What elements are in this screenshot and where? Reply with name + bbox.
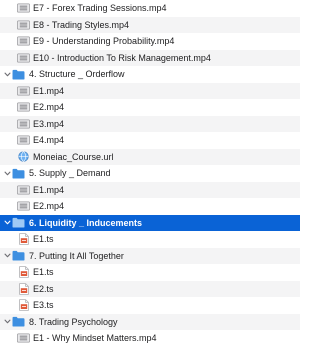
folder-label: 8. Trading Psychology bbox=[29, 316, 118, 327]
file-label: Moneiac_Course.url bbox=[33, 151, 114, 162]
file-row-e1-ts[interactable]: E1.ts bbox=[0, 231, 300, 248]
file-row-e3-mp4[interactable]: E3.mp4 bbox=[0, 115, 300, 132]
video-file-icon bbox=[17, 184, 30, 196]
ts-file-icon bbox=[17, 266, 30, 278]
video-file-icon bbox=[17, 2, 30, 14]
file-row-e1-why-mindset-matters-mp4[interactable]: E1 - Why Mindset Matters.mp4 bbox=[0, 330, 300, 347]
file-row-e2-ts[interactable]: E2.ts bbox=[0, 280, 300, 297]
chevron-down-icon[interactable] bbox=[2, 314, 12, 331]
file-row-e1-ts[interactable]: E1.ts bbox=[0, 264, 300, 281]
video-file-icon bbox=[17, 118, 30, 130]
chevron-down-icon[interactable] bbox=[2, 248, 12, 265]
chevron-down-icon[interactable] bbox=[2, 66, 12, 83]
file-label: E2.ts bbox=[33, 283, 54, 294]
file-label: E1.ts bbox=[33, 234, 54, 244]
folder-icon bbox=[12, 167, 25, 179]
file-label: E1.ts bbox=[33, 267, 54, 277]
folder-label: 5. Supply _ Demand bbox=[29, 168, 111, 178]
folder-row-4-structure-orderflow[interactable]: 4. Structure _ Orderflow bbox=[0, 66, 300, 83]
file-label: E1 - Why Mindset Matters.mp4 bbox=[33, 333, 157, 343]
file-label: E8 - Trading Styles.mp4 bbox=[33, 19, 130, 30]
file-label: E1.mp4 bbox=[33, 85, 65, 96]
folder-row-8-trading-psychology[interactable]: 8. Trading Psychology bbox=[0, 313, 300, 331]
folder-label: 6. Liquidity _ Inducements bbox=[29, 217, 143, 228]
file-row-e4-mp4[interactable]: E4.mp4 bbox=[0, 132, 300, 149]
file-label: E9 - Understanding Probability.mp4 bbox=[33, 36, 175, 46]
file-row-e1-mp4[interactable]: E1.mp4 bbox=[0, 181, 300, 198]
folder-icon bbox=[12, 68, 25, 80]
file-label: E2.mp4 bbox=[33, 201, 65, 211]
file-row-e2-mp4[interactable]: E2.mp4 bbox=[0, 198, 300, 215]
folder-icon bbox=[12, 316, 25, 328]
file-label: E2.mp4 bbox=[33, 102, 65, 112]
chevron-down-icon[interactable] bbox=[2, 165, 12, 182]
ts-file-icon bbox=[17, 299, 30, 311]
file-row-e3-ts[interactable]: E3.ts bbox=[0, 297, 300, 314]
video-file-icon bbox=[17, 134, 30, 146]
ts-file-icon bbox=[17, 233, 30, 245]
folder-label: 4. Structure _ Orderflow bbox=[29, 69, 125, 79]
file-row-e2-mp4[interactable]: E2.mp4 bbox=[0, 99, 300, 116]
folder-row-7-putting-it-all-together[interactable]: 7. Putting It All Together bbox=[0, 247, 300, 265]
video-file-icon bbox=[17, 52, 30, 64]
folder-icon bbox=[12, 250, 25, 262]
file-row-e10-introduction-to-risk-management-mp4[interactable]: E10 - Introduction To Risk Management.mp… bbox=[0, 49, 300, 66]
file-label: E1.mp4 bbox=[33, 184, 65, 195]
folder-row-5-supply-demand[interactable]: 5. Supply _ Demand bbox=[0, 165, 300, 182]
chevron-down-icon[interactable] bbox=[2, 215, 12, 232]
url-file-icon bbox=[17, 151, 30, 163]
file-tree: E7 - Forex Trading Sessions.mp4 E8 - Trad… bbox=[0, 0, 300, 343]
video-file-icon bbox=[17, 19, 30, 31]
video-file-icon bbox=[17, 200, 30, 212]
file-label: E7 - Forex Trading Sessions.mp4 bbox=[33, 3, 167, 13]
folder-icon bbox=[12, 217, 25, 229]
folder-label: 7. Putting It All Together bbox=[29, 250, 124, 261]
file-label: E4.mp4 bbox=[33, 135, 65, 145]
file-row-e1-mp4[interactable]: E1.mp4 bbox=[0, 82, 300, 99]
file-row-e8-trading-styles-mp4[interactable]: E8 - Trading Styles.mp4 bbox=[0, 16, 300, 33]
file-row-e7-forex-trading-sessions-mp4[interactable]: E7 - Forex Trading Sessions.mp4 bbox=[0, 0, 300, 17]
file-row-moneiac-course-url[interactable]: Moneiac_Course.url bbox=[0, 148, 300, 165]
file-label: E3.ts bbox=[33, 300, 54, 310]
video-file-icon bbox=[17, 101, 30, 113]
video-file-icon bbox=[17, 35, 30, 47]
ts-file-icon bbox=[17, 282, 30, 295]
file-row-e9-understanding-probability-mp4[interactable]: E9 - Understanding Probability.mp4 bbox=[0, 33, 300, 50]
file-label: E10 - Introduction To Risk Management.mp… bbox=[33, 52, 211, 63]
folder-row-6-liquidity-inducements[interactable]: 6. Liquidity _ Inducements bbox=[0, 214, 300, 232]
file-label: E3.mp4 bbox=[33, 118, 65, 129]
video-file-icon bbox=[17, 332, 30, 344]
video-file-icon bbox=[17, 85, 30, 97]
